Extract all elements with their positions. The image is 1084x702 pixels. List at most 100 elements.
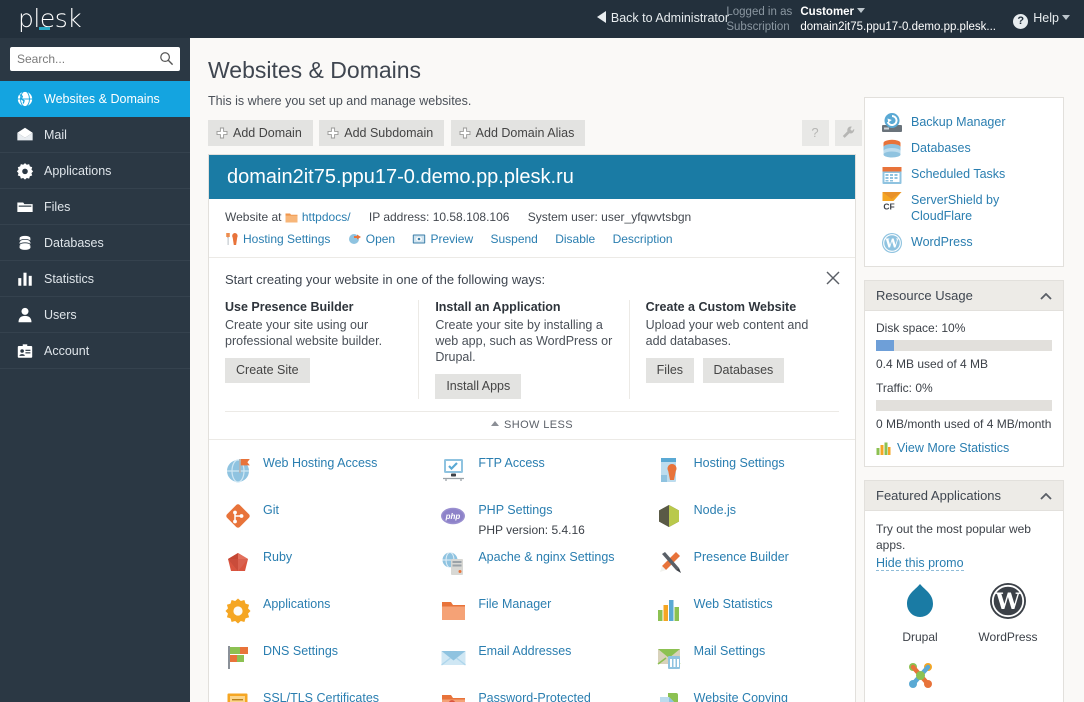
sidebar-item-account[interactable]: Account <box>0 333 190 369</box>
featured-applications-header[interactable]: Featured Applications <box>865 481 1063 511</box>
hosting-settings-label: Hosting Settings <box>243 232 330 246</box>
grid-item-label: File Manager <box>478 597 631 612</box>
sidebar-item-applications[interactable]: Applications <box>0 153 190 189</box>
grid-item-nodejs[interactable]: Node.js <box>640 499 855 546</box>
grid-item-email-addresses[interactable]: Email Addresses <box>424 640 639 687</box>
grid-item-web-statistics[interactable]: Web Statistics <box>640 593 855 640</box>
show-less-toggle[interactable]: SHOW LESS <box>225 411 839 439</box>
httpdocs-link[interactable]: httpdocs/ <box>302 210 351 224</box>
grid-item-ssl-tls-certificates[interactable]: SSL/TLS Certificates <box>209 687 424 702</box>
open-action[interactable]: Open <box>348 232 395 246</box>
database-icon <box>881 138 903 160</box>
grid-item-label: Web Hosting Access <box>263 456 416 471</box>
grid-item-apache-nginx-settings[interactable]: Apache & nginx Settings <box>424 546 639 593</box>
back-to-administrator-link[interactable]: Back to Administrator <box>597 11 729 25</box>
sidebar-item-users[interactable]: Users <box>0 297 190 333</box>
hosting-settings-action[interactable]: Hosting Settings <box>225 232 330 246</box>
chevron-up-icon[interactable] <box>1040 493 1052 500</box>
help-button[interactable]: ? <box>802 120 829 146</box>
ftp-access-icon <box>440 456 468 484</box>
chevron-down-icon[interactable] <box>857 8 865 13</box>
promo-heading: Install an Application <box>435 300 614 314</box>
traffic-label: Traffic: 0% <box>876 381 1052 395</box>
grid-item-ftp-access[interactable]: FTP Access <box>424 452 639 499</box>
featured-app-drupal[interactable]: Drupal <box>876 581 964 644</box>
rail-link-label: ServerShield by CloudFlare <box>911 193 999 223</box>
install-apps-button[interactable]: Install Apps <box>435 374 521 399</box>
search-icon[interactable] <box>159 51 174 66</box>
grid-item-mail-settings[interactable]: Mail Settings <box>640 640 855 687</box>
grid-item-website-copying[interactable]: Website Copying <box>640 687 855 702</box>
resource-usage-header[interactable]: Resource Usage <box>865 281 1063 311</box>
preview-action[interactable]: Preview <box>412 232 473 246</box>
sidebar-item-statistics[interactable]: Statistics <box>0 261 190 297</box>
question-mark-icon: ? <box>1013 14 1028 29</box>
quick-links-panel: Backup Manager Databases <box>864 97 1064 267</box>
mail-settings-icon <box>656 644 684 672</box>
grid-item-dns-settings[interactable]: DNS Settings <box>209 640 424 687</box>
plus-icon <box>327 127 339 139</box>
grid-item-web-hosting-access[interactable]: Web Hosting Access <box>209 452 424 499</box>
grid-item-label: FTP Access <box>478 456 631 471</box>
databases-button[interactable]: Databases <box>703 358 785 383</box>
close-icon[interactable] <box>825 270 841 286</box>
featured-app-label: WordPress <box>964 630 1052 644</box>
hosting-settings-icon <box>656 456 684 484</box>
folder-icon <box>16 198 34 216</box>
files-button[interactable]: Files <box>646 358 694 383</box>
bar-chart-icon <box>876 441 891 456</box>
grid-item-hosting-settings[interactable]: Hosting Settings <box>640 452 855 499</box>
page-toolbar: Add Domain Add Subdomain Add Domain Alia… <box>208 120 587 146</box>
sidebar-item-mail[interactable]: Mail <box>0 117 190 153</box>
id-card-icon <box>16 342 34 360</box>
gear-icon <box>16 162 34 180</box>
web-statistics-icon <box>656 597 684 625</box>
disable-action[interactable]: Disable <box>555 232 595 246</box>
description-action[interactable]: Description <box>613 232 673 246</box>
email-addresses-icon <box>440 644 468 672</box>
grid-item-applications[interactable]: Applications <box>209 593 424 640</box>
help-menu[interactable]: ?Help <box>1013 11 1070 29</box>
add-subdomain-button[interactable]: Add Subdomain <box>319 120 444 146</box>
featured-app-joomla[interactable]: joomla <box>876 656 964 702</box>
rail-link-wordpress[interactable]: W WordPress <box>865 229 1063 255</box>
featured-app-wordpress[interactable]: W WordPress <box>964 581 1052 644</box>
rail-link-databases[interactable]: Databases <box>865 135 1063 161</box>
featured-applications-note: Try out the most popular web apps. <box>876 521 1052 553</box>
promo-title: Start creating your website in one of th… <box>225 272 839 287</box>
grid-item-ruby[interactable]: Ruby <box>209 546 424 593</box>
grid-item-label: Apache & nginx Settings <box>478 550 631 565</box>
sidebar-item-label: Files <box>44 200 70 214</box>
resource-usage-title: Resource Usage <box>876 288 973 303</box>
rail-link-scheduled-tasks[interactable]: Scheduled Tasks <box>865 161 1063 187</box>
grid-item-label: Web Statistics <box>694 597 847 612</box>
promo-text: Create your site by installing a web app… <box>435 317 614 365</box>
rail-link-backup-manager[interactable]: Backup Manager <box>865 109 1063 135</box>
chevron-up-icon[interactable] <box>1040 293 1052 300</box>
grid-item-file-manager[interactable]: File Manager <box>424 593 639 640</box>
suspend-action[interactable]: Suspend <box>490 232 537 246</box>
rail-link-servershield-cloudflare[interactable]: CF ServerShield by CloudFlare <box>865 187 1063 229</box>
grid-item-php-settings[interactable]: php PHP Settings PHP version: 5.4.16 <box>424 499 639 546</box>
subscription-value[interactable]: domain2it75.ppu17-0.demo.pp.plesk... <box>800 21 996 33</box>
tools-button[interactable] <box>835 120 862 146</box>
sidebar-item-websites-domains[interactable]: Websites & Domains <box>0 81 190 117</box>
envelope-icon <box>16 126 34 144</box>
add-domain-button[interactable]: Add Domain <box>208 120 313 146</box>
ip-address-label: IP address: <box>369 210 429 224</box>
grid-item-presence-builder[interactable]: Presence Builder <box>640 546 855 593</box>
view-more-statistics-link[interactable]: View More Statistics <box>876 441 1052 455</box>
grid-item-label: Node.js <box>694 503 847 518</box>
create-site-button[interactable]: Create Site <box>225 358 310 383</box>
search-box[interactable] <box>10 47 180 71</box>
logged-in-value[interactable]: Customer <box>800 6 854 18</box>
search-input[interactable] <box>10 47 180 71</box>
add-domain-alias-button[interactable]: Add Domain Alias <box>451 120 586 146</box>
sidebar-item-files[interactable]: Files <box>0 189 190 225</box>
sidebar-item-label: Mail <box>44 128 67 142</box>
hide-promo-link[interactable]: Hide this promo <box>876 556 964 571</box>
grid-item-git[interactable]: Git <box>209 499 424 546</box>
grid-item-password-protected-directories[interactable]: Password-Protected Directories <box>424 687 639 702</box>
git-icon <box>225 503 253 531</box>
sidebar-item-databases[interactable]: Databases <box>0 225 190 261</box>
